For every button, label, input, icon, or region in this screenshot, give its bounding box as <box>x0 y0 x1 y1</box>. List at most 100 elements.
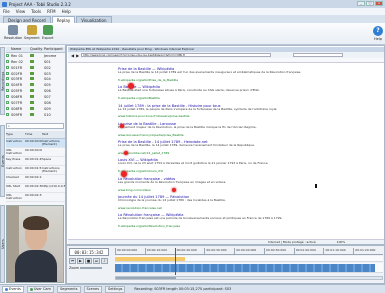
zoom-label: Zoom <box>69 266 80 270</box>
checkbox[interactable] <box>6 71 9 75</box>
event-text: Instructions (Element) <box>42 140 60 147</box>
side-tab-recordings[interactable]: Recordings <box>0 47 5 115</box>
recording-row[interactable]: S09FR S10 <box>6 112 65 118</box>
play-icon[interactable]: ▶ <box>77 258 84 264</box>
skip-forward-icon[interactable]: ⏭ <box>93 258 100 264</box>
event-row[interactable]: URL Start 00:00:02:30http://210.0.0.84/..… <box>6 184 65 193</box>
recording-segment[interactable] <box>115 264 375 272</box>
recording-name: S06FR <box>11 95 23 100</box>
maximize-button[interactable]: □ <box>366 1 374 6</box>
tab-design-record[interactable]: Design and Record <box>3 16 51 23</box>
quality-icon <box>30 83 34 87</box>
result-snippet: La prise de la Bastille, le 14 juillet 1… <box>118 144 255 148</box>
side-tab-users[interactable]: Users <box>0 205 5 283</box>
result-snippet: Les grands moments de la Révolution fran… <box>118 180 227 184</box>
checkbox[interactable] <box>6 95 9 99</box>
quality-icon <box>30 112 34 116</box>
col-type[interactable]: Type <box>6 133 25 136</box>
checkbox[interactable] <box>6 83 9 87</box>
minimize-button[interactable]: _ <box>357 1 365 6</box>
quality-icon <box>30 89 34 93</box>
ribbon-toolbar: Resolution Segment Export ? Help <box>0 23 385 45</box>
side-tab-events[interactable]: Events <box>0 125 5 197</box>
event-time: 00:00:00:00 <box>25 149 42 152</box>
recording-name: S07FR <box>11 100 23 105</box>
event-type: Instruction <box>6 167 23 170</box>
event-row[interactable]: Instruction 00:00:00:00 Instructions (Elem… <box>6 139 65 148</box>
quality-icon <box>30 65 34 69</box>
volume-icon[interactable]: ♪ <box>101 258 108 264</box>
recording-name: S08FR <box>11 106 23 111</box>
resolution-button[interactable]: Resolution <box>4 25 22 40</box>
checkbox[interactable] <box>6 100 9 104</box>
stop-icon[interactable]: ■ <box>85 258 92 264</box>
menu-file[interactable]: File <box>3 9 10 14</box>
search-result: La Révolution française - vidéos Les gran… <box>118 177 328 192</box>
export-button[interactable]: Export <box>42 25 53 40</box>
scrollbar-thumb[interactable] <box>116 277 176 279</box>
recording-status: Recording: S03FR length 00:03:15,270 par… <box>134 287 232 291</box>
window-title: Project AAA - Tobii Studio 2.3.2 <box>9 1 71 7</box>
col-participant[interactable]: Participant <box>44 47 65 51</box>
bottom-bar: Events User Cam Segments Scenes Settings… <box>0 284 385 293</box>
event-type: Checked <box>6 176 19 179</box>
segment-button[interactable]: Segment <box>24 25 40 40</box>
recording-name: Rec 01 <box>11 53 23 58</box>
tab-segments[interactable]: Segments <box>56 285 81 293</box>
event-row[interactable]: Instruction 00:00:01:51 Instructions (Elem… <box>6 166 65 175</box>
zoom-slider[interactable] <box>80 267 103 269</box>
quality-icon <box>30 71 34 75</box>
checkbox[interactable] <box>6 77 9 81</box>
tab-scenes[interactable]: Scenes <box>83 285 103 293</box>
col-name[interactable]: Name <box>10 47 30 51</box>
tab-events[interactable]: Events <box>2 285 24 293</box>
menu-help[interactable]: Help <box>62 9 71 14</box>
menu-view[interactable]: View <box>16 9 26 14</box>
skip-back-icon[interactable]: ⏮ <box>69 258 76 264</box>
col-text[interactable]: Text <box>42 133 65 136</box>
user-camera-video <box>6 205 64 283</box>
gaze-point <box>128 83 134 89</box>
playhead[interactable] <box>175 248 176 275</box>
result-snippet: Événement majeur de la Révolution, la pr… <box>118 125 257 129</box>
event-row[interactable]: Key Press 00:00:01:45 Space <box>6 157 65 166</box>
result-url: www.larousse.fr/encyclopedie/prise_Basti… <box>118 132 184 137</box>
menu-rfm[interactable]: RFM <box>47 9 56 14</box>
tab-user-cam[interactable]: User Cam <box>26 285 54 293</box>
checkbox[interactable] <box>6 112 9 116</box>
search-result: La Bastille — Wikipédia La Bastille était… <box>118 85 328 100</box>
event-type: URL Instruction <box>6 194 23 201</box>
search-icon: ⌕ <box>8 124 10 128</box>
tab-settings[interactable]: Settings <box>105 285 126 293</box>
menu-tools[interactable]: Tools <box>31 9 41 14</box>
col-quality[interactable]: Quality <box>30 47 44 51</box>
url-field: http://www.bing.com/search?q=prise+de+la… <box>81 53 272 57</box>
ruler-tick: 00:00:50:000 <box>263 248 294 254</box>
event-row[interactable]: Checked 00:00:02:11 <box>6 175 65 184</box>
tab-replay[interactable]: Replay <box>51 16 76 23</box>
close-button[interactable]: x <box>375 1 383 6</box>
back-icon: ◀ <box>71 52 75 58</box>
events-table: Type Time Text Instruction 00:00:00:00 Ins… <box>6 131 65 202</box>
events-search-input[interactable]: ⌕ <box>6 123 64 129</box>
search-results: Prise de la Bastille — Wikipédia La prise… <box>118 67 328 232</box>
recording-name: S05FR <box>11 89 23 94</box>
search-result: La Révolution française — Wikipédia La Ré… <box>118 213 328 228</box>
tab-visualization[interactable]: Visualization <box>76 16 112 23</box>
ruler-tick: 00:00:30:000 <box>204 248 234 254</box>
event-row[interactable]: URL Instruction 00:00:02:31 <box>6 193 65 202</box>
ruler-tick: 00:01:10:000 <box>323 248 353 254</box>
col-time[interactable]: Time <box>25 133 42 136</box>
tab-label: User Cam <box>33 287 51 291</box>
recording-name: Rec 02 <box>11 59 23 64</box>
checkbox[interactable] <box>6 59 9 63</box>
checkbox[interactable] <box>6 106 9 110</box>
help-icon[interactable]: ? <box>373 26 383 36</box>
checkbox[interactable] <box>6 65 9 69</box>
event-row[interactable]: URL Instruction 00:00:00:00 <box>6 148 65 157</box>
window-controls: _ □ x <box>357 1 383 6</box>
checkbox[interactable] <box>6 89 9 93</box>
checkbox[interactable] <box>6 53 9 57</box>
timeline-scrollbar[interactable] <box>115 276 383 280</box>
participant-name: S08 <box>44 100 51 105</box>
